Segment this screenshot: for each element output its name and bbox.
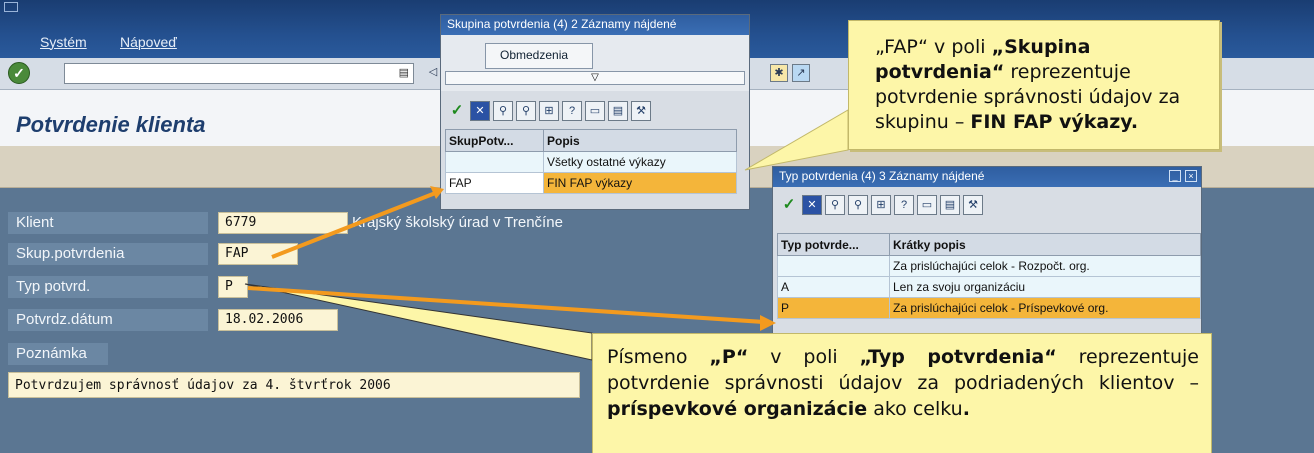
callout-pointer-type [244,283,593,361]
callout-type-text-4: ako celku [867,398,963,420]
callout-group-bold-2: FIN FAP výkazy. [970,111,1139,133]
callout-type-bold-3: príspevkové organizácie [607,398,868,420]
arrow-group-line [271,190,439,259]
callout-type: Písmeno „P“ v poli „Typ potvrdenia“ repr… [592,333,1212,453]
callout-type-text-2: v poli [748,346,860,368]
arrow-type-line [247,286,765,324]
callout-pointer-group [744,109,849,171]
arrow-type-head [760,315,776,331]
callout-group: „FAP“ v poli „Skupina potvrdenia“ reprez… [848,20,1220,150]
callout-type-bold-2: „Typ potvrdenia“ [859,346,1057,368]
callout-type-bold-4: . [962,398,970,420]
callout-type-text-1: Písmeno [607,346,710,368]
callout-type-paragraph: Písmeno „P“ v poli „Typ potvrdenia“ repr… [607,344,1199,422]
callout-group-text-1: „FAP“ v poli [875,36,992,58]
callout-type-bold-1: „P“ [709,346,749,368]
